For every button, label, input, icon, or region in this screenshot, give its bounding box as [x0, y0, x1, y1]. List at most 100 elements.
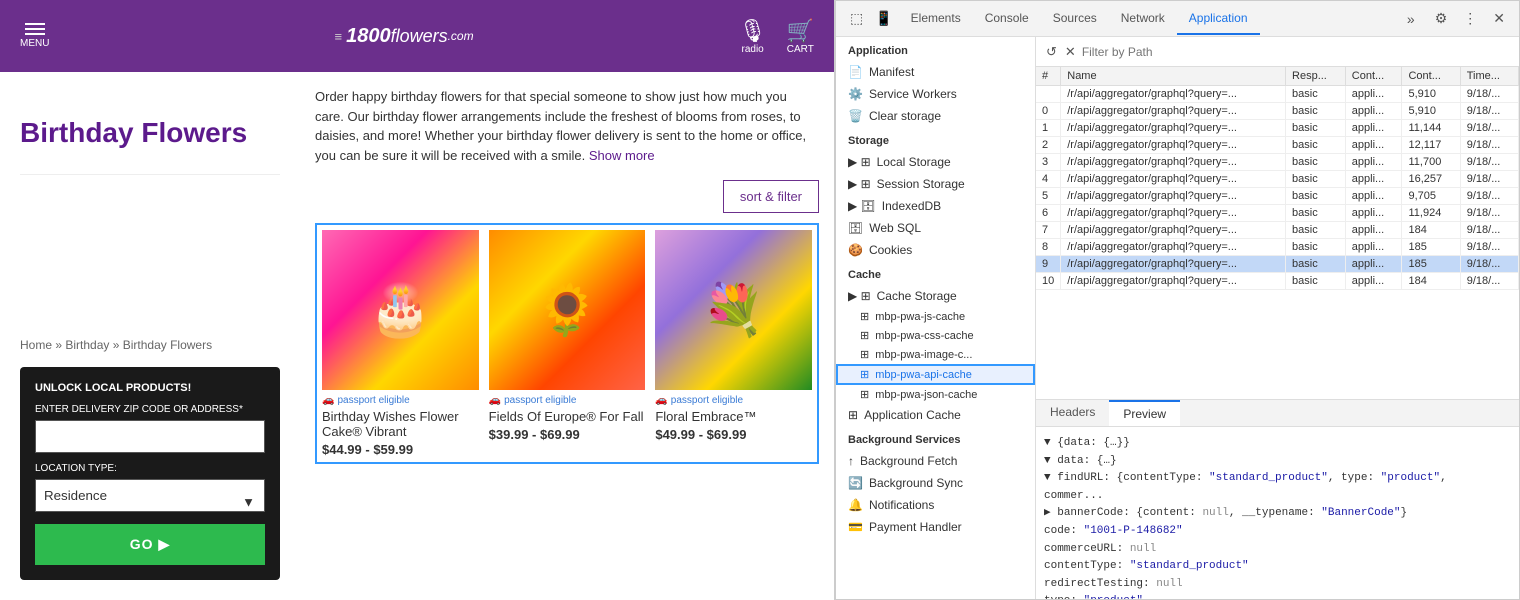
more-tabs-button[interactable]: » — [1401, 7, 1421, 31]
row-cont1: appli... — [1345, 154, 1402, 171]
row-num: 2 — [1036, 137, 1061, 154]
col-num: # — [1036, 67, 1061, 86]
table-row[interactable]: 5 /r/api/aggregator/graphql?query=... ba… — [1036, 188, 1519, 205]
row-cont1: appli... — [1345, 205, 1402, 222]
local-products-box: UNLOCK LOCAL PRODUCTS! ENTER DELIVERY ZI… — [20, 367, 280, 580]
row-cont1: appli... — [1345, 86, 1402, 103]
table-row[interactable]: 8 /r/api/aggregator/graphql?query=... ba… — [1036, 239, 1519, 256]
tab-network[interactable]: Network — [1109, 3, 1177, 35]
preview-line: ▼ findURL: {contentType: "standard_produ… — [1044, 470, 1511, 505]
table-row[interactable]: 6 /r/api/aggregator/graphql?query=... ba… — [1036, 205, 1519, 222]
sidebar-item-mbp-api-cache[interactable]: ⊞ mbp-pwa-api-cache — [836, 364, 1035, 385]
bottom-panel: Headers Preview ▼ {data: {…}} ▼ data: {…… — [1036, 399, 1519, 599]
sidebar-item-service-workers[interactable]: ⚙️ Service Workers — [836, 83, 1035, 105]
sidebar-item-mbp-js-cache[interactable]: ⊞ mbp-pwa-js-cache — [836, 307, 1035, 326]
sidebar-item-bg-fetch[interactable]: ↑ Background Fetch — [836, 450, 1035, 472]
settings-button[interactable]: ⚙ — [1429, 6, 1454, 31]
location-select[interactable]: Residence — [35, 479, 265, 512]
preview-line: redirectTesting: null — [1044, 576, 1511, 594]
product-price-3: $49.99 - $69.99 — [655, 427, 812, 442]
local-products-title: UNLOCK LOCAL PRODUCTS! — [35, 382, 265, 394]
row-time: 9/18/... — [1460, 86, 1518, 103]
row-name: /r/api/aggregator/graphql?query=... — [1061, 137, 1286, 154]
sidebar-item-mbp-image-cache[interactable]: ⊞ mbp-pwa-image-c... — [836, 345, 1035, 364]
cookies-icon: 🍪 — [848, 243, 863, 257]
device-toolbar-button[interactable]: 📱 — [869, 6, 898, 31]
radio-button[interactable]: 🎙 radio — [739, 18, 767, 55]
filter-input[interactable] — [1082, 45, 1511, 59]
row-cont2: 184 — [1402, 273, 1460, 290]
table-row[interactable]: 0 /r/api/aggregator/graphql?query=... ba… — [1036, 103, 1519, 120]
sidebar-item-local-storage[interactable]: ▶ ⊞ Local Storage — [836, 151, 1035, 173]
row-resp: basic — [1286, 120, 1346, 137]
table-row[interactable]: 4 /r/api/aggregator/graphql?query=... ba… — [1036, 171, 1519, 188]
product-card[interactable]: 🌻 🚗 passport eligible Fields Of Europe® … — [489, 230, 646, 457]
breadcrumb: Home » Birthday » Birthday Flowers — [20, 338, 280, 352]
sidebar-item-notifications[interactable]: 🔔 Notifications — [836, 494, 1035, 516]
close-devtools-button[interactable]: ✕ — [1487, 6, 1511, 31]
sidebar-item-mbp-json-cache[interactable]: ⊞ mbp-pwa-json-cache — [836, 385, 1035, 404]
row-cont1: appli... — [1345, 188, 1402, 205]
table-row[interactable]: 7 /r/api/aggregator/graphql?query=... ba… — [1036, 222, 1519, 239]
tab-console[interactable]: Console — [973, 3, 1041, 35]
row-name: /r/api/aggregator/graphql?query=... — [1061, 205, 1286, 222]
table-row[interactable]: 2 /r/api/aggregator/graphql?query=... ba… — [1036, 137, 1519, 154]
table-row[interactable]: 1 /r/api/aggregator/graphql?query=... ba… — [1036, 120, 1519, 137]
table-row[interactable]: 9 /r/api/aggregator/graphql?query=... ba… — [1036, 256, 1519, 273]
menu-button[interactable]: MENU — [20, 23, 49, 49]
row-cont2: 16,257 — [1402, 171, 1460, 188]
passport-eligible-2: 🚗 passport eligible — [489, 395, 646, 406]
row-time: 9/18/... — [1460, 222, 1518, 239]
refresh-button[interactable]: ↺ — [1044, 42, 1059, 62]
tab-headers[interactable]: Headers — [1036, 400, 1109, 426]
app-main: ↺ ✕ # Name Resp... Cont... Cont... Time.… — [1036, 37, 1519, 599]
service-workers-icon: ⚙️ — [848, 87, 863, 101]
col-cont2: Cont... — [1402, 67, 1460, 86]
sidebar-item-bg-sync[interactable]: 🔄 Background Sync — [836, 472, 1035, 494]
table-row[interactable]: /r/api/aggregator/graphql?query=... basi… — [1036, 86, 1519, 103]
show-more-link[interactable]: Show more — [589, 148, 655, 163]
go-button[interactable]: GO ▶ — [35, 524, 265, 565]
zip-input[interactable] — [35, 420, 265, 453]
tab-preview[interactable]: Preview — [1109, 400, 1180, 426]
product-name-3: Floral Embrace™ — [655, 409, 812, 424]
sidebar-item-application-cache[interactable]: ⊞ Application Cache — [836, 404, 1035, 426]
row-resp: basic — [1286, 222, 1346, 239]
site-logo[interactable]: ≡ 1800 flowers.com — [69, 25, 738, 48]
sidebar-item-cache-storage[interactable]: ▶ ⊞ Cache Storage — [836, 285, 1035, 307]
network-table-container[interactable]: # Name Resp... Cont... Cont... Time... /… — [1036, 67, 1519, 399]
session-storage-icon: ▶ ⊞ — [848, 177, 871, 191]
web-sql-icon: 🗄 — [848, 221, 863, 235]
product-card[interactable]: 💐 🚗 passport eligible Floral Embrace™ $4… — [655, 230, 812, 457]
clear-button[interactable]: ✕ — [1063, 42, 1078, 62]
sidebar-item-session-storage[interactable]: ▶ ⊞ Session Storage — [836, 173, 1035, 195]
table-row[interactable]: 10 /r/api/aggregator/graphql?query=... b… — [1036, 273, 1519, 290]
preview-line: commerceURL: null — [1044, 541, 1511, 559]
page-title: Birthday Flowers — [20, 117, 280, 149]
sidebar-item-payment-handler[interactable]: 💳 Payment Handler — [836, 516, 1035, 538]
tab-sources[interactable]: Sources — [1041, 3, 1109, 35]
row-cont2: 185 — [1402, 256, 1460, 273]
cache-item-icon: ⊞ — [860, 329, 869, 342]
sidebar-item-manifest[interactable]: 📄 Manifest — [836, 61, 1035, 83]
bottom-tabs: Headers Preview — [1036, 400, 1519, 427]
cart-button[interactable]: 🛒 CART — [787, 18, 814, 55]
sidebar-item-web-sql[interactable]: 🗄 Web SQL — [836, 217, 1035, 239]
passport-icon-1: 🚗 — [322, 395, 334, 406]
table-row[interactable]: 3 /r/api/aggregator/graphql?query=... ba… — [1036, 154, 1519, 171]
tab-elements[interactable]: Elements — [899, 3, 973, 35]
sidebar-item-clear-storage[interactable]: 🗑️ Clear storage — [836, 105, 1035, 127]
app-sidebar: Application 📄 Manifest ⚙️ Service Worker… — [836, 37, 1036, 599]
row-cont1: appli... — [1345, 222, 1402, 239]
preview-content: ▼ {data: {…}} ▼ data: {…} ▼ findURL: {co… — [1036, 427, 1519, 599]
sort-filter-button[interactable]: sort & filter — [723, 180, 819, 213]
sidebar-item-indexeddb[interactable]: ▶ 🗄 IndexedDB — [836, 195, 1035, 217]
tab-application[interactable]: Application — [1177, 3, 1260, 35]
row-cont1: appli... — [1345, 137, 1402, 154]
row-name: /r/api/aggregator/graphql?query=... — [1061, 222, 1286, 239]
sidebar-item-mbp-css-cache[interactable]: ⊞ mbp-pwa-css-cache — [836, 326, 1035, 345]
more-options-button[interactable]: ⋮ — [1457, 6, 1483, 31]
inspect-element-button[interactable]: ⬚ — [844, 6, 869, 31]
product-card[interactable]: 🎂 🚗 passport eligible Birthday Wishes Fl… — [322, 230, 479, 457]
sidebar-item-cookies[interactable]: 🍪 Cookies — [836, 239, 1035, 261]
